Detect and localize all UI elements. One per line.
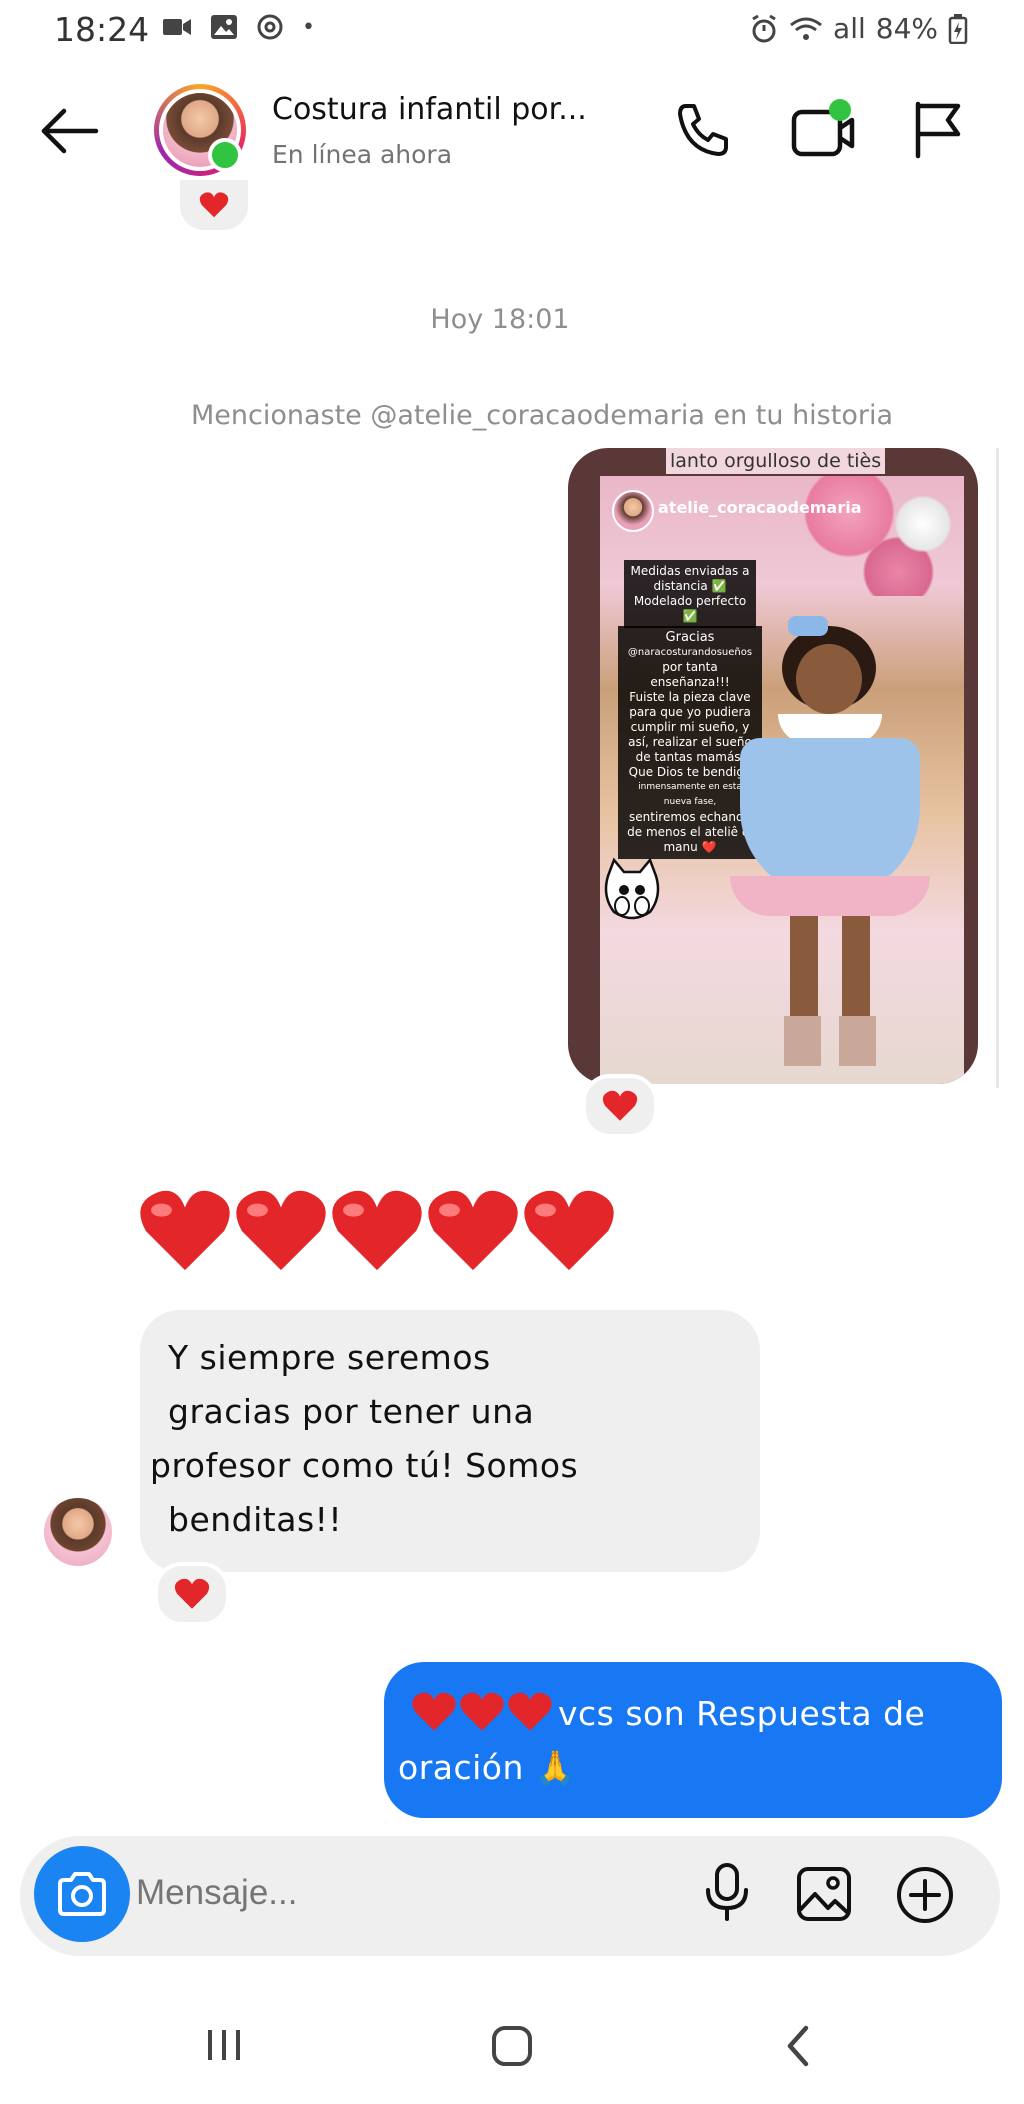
- back-button[interactable]: [38, 106, 100, 156]
- camera-icon: [58, 1872, 106, 1916]
- outgoing-hearts: [410, 1690, 554, 1734]
- incoming-message-line: benditas!!: [168, 1500, 343, 1539]
- recent-apps-button[interactable]: [204, 2026, 244, 2068]
- heart-icon: [524, 1190, 614, 1271]
- online-indicator: [208, 138, 242, 172]
- balloons: [800, 476, 964, 596]
- status-bar: 18:24 • all 84%: [0, 0, 1024, 60]
- girl-bow: [788, 616, 828, 636]
- heart-icon: [332, 1190, 422, 1271]
- story-textbox-measures: Medidas enviadas a distancia ✅ Modelado …: [624, 560, 756, 628]
- message-input[interactable]: [134, 1872, 438, 1914]
- chevron-left-icon: [787, 2025, 809, 2067]
- story-avatar: [612, 490, 654, 532]
- heart-icon: [460, 1692, 504, 1731]
- heart-icon: [508, 1692, 552, 1731]
- heart-icon: [236, 1190, 326, 1271]
- contact-status: En línea ahora: [272, 140, 453, 169]
- microphone-icon: [706, 1863, 748, 1921]
- girl-dress: [740, 738, 920, 898]
- outgoing-message-line: vcs son Respuesta de: [558, 1694, 926, 1733]
- heart-icon: [412, 1692, 456, 1731]
- heart-icon: [199, 192, 229, 218]
- incoming-message-bubble[interactable]: Y siempre seremos gracias por tener una …: [140, 1310, 760, 1572]
- battery-percent: 84%: [875, 12, 938, 45]
- report-button[interactable]: [912, 100, 964, 164]
- gallery-button[interactable]: [796, 1866, 852, 1926]
- phone-icon: [678, 104, 728, 156]
- story-scrollbar: [996, 448, 999, 1088]
- battery-icon: [948, 13, 968, 44]
- gallery-icon: [797, 1867, 851, 1921]
- back-arrow-icon: [41, 108, 99, 154]
- heart-icon: [140, 1190, 230, 1271]
- status-left-icons: •: [162, 12, 315, 42]
- reaction-heart-partial[interactable]: [176, 180, 252, 234]
- video-call-icon: [791, 99, 855, 157]
- signal-label: all: [833, 12, 866, 45]
- incoming-message-line: Y siempre seremos: [168, 1338, 491, 1377]
- threads-icon: [257, 14, 283, 40]
- incoming-message-line: profesor como tú! Somos: [150, 1446, 579, 1485]
- story-handle: atelie_coracaodemaria: [658, 498, 862, 517]
- outgoing-message-bubble[interactable]: vcs son Respuesta de oración 🙏: [384, 1662, 1002, 1818]
- wifi-icon: [790, 17, 822, 40]
- heart-icon: [174, 1578, 210, 1609]
- incoming-reaction-heart[interactable]: [154, 1562, 230, 1626]
- system-back-button[interactable]: [782, 2024, 814, 2072]
- heart-icon: [428, 1190, 518, 1271]
- girl-face: [796, 644, 862, 714]
- alarm-icon: [752, 14, 776, 42]
- camera-button[interactable]: [34, 1846, 130, 1942]
- story-image: atelie_coracaodemaria Medidas enviadas a…: [600, 476, 964, 1084]
- home-button[interactable]: [490, 2024, 534, 2072]
- recent-apps-icon: [208, 2030, 240, 2060]
- story-mention-card[interactable]: atelie_coracaodemaria Medidas enviadas a…: [568, 448, 978, 1084]
- story-textbox-thanks: Gracias @naracosturandosueños por tanta …: [618, 626, 762, 859]
- heart-icon: [602, 1090, 638, 1121]
- status-right-icons: all 84%: [749, 12, 968, 45]
- status-time: 18:24: [54, 10, 150, 49]
- outgoing-message-line: oración 🙏: [398, 1748, 577, 1787]
- message-timestamp: Hoy 18:01: [430, 304, 570, 335]
- sender-avatar[interactable]: [44, 1498, 112, 1566]
- video-camera-icon: [163, 19, 191, 35]
- story-reaction-heart[interactable]: [582, 1074, 658, 1138]
- story-caption: lanto orgulloso de tiès: [666, 448, 886, 474]
- story-mention-notice: Mencionaste @atelie_coracaodemaria en tu…: [190, 400, 893, 431]
- incoming-message-line: gracias por tener una: [168, 1392, 535, 1431]
- gallery-icon: [211, 15, 237, 39]
- video-call-button[interactable]: [790, 98, 856, 166]
- plus-circle-icon: [897, 1867, 953, 1923]
- big-hearts-message[interactable]: [138, 1186, 616, 1276]
- voice-button[interactable]: [702, 1862, 752, 1926]
- girl-boots: [784, 1016, 876, 1066]
- dress-petticoat: [730, 876, 930, 916]
- more-options-button[interactable]: [896, 1866, 954, 1928]
- contact-name[interactable]: Costura infantil por...: [272, 92, 622, 127]
- call-button[interactable]: [672, 100, 732, 164]
- cat-sticker-icon: [604, 857, 660, 920]
- status-dot: •: [302, 14, 315, 40]
- home-icon: [492, 2026, 532, 2066]
- flag-icon: [915, 101, 961, 159]
